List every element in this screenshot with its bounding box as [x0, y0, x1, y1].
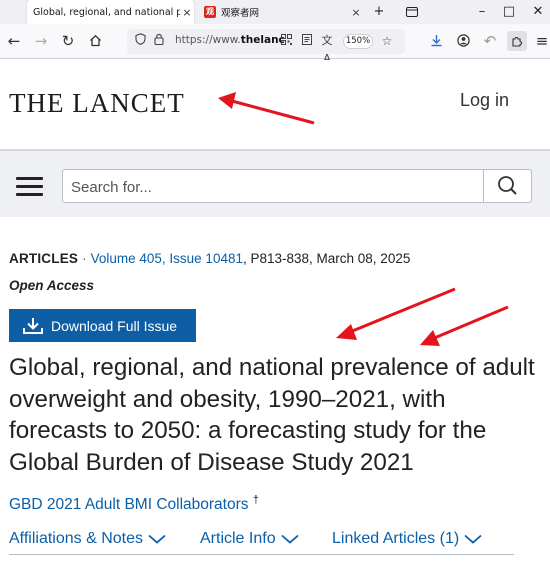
- search-button[interactable]: [483, 170, 531, 202]
- search-icon: [498, 176, 517, 195]
- close-window-icon[interactable]: ✕: [526, 2, 550, 22]
- authors-line: GBD 2021 Adult BMI Collaborators †: [9, 494, 259, 514]
- tab-affiliations-notes[interactable]: Affiliations & Notes: [9, 530, 166, 548]
- search-box: [62, 169, 532, 203]
- translate-icon[interactable]: 文A: [318, 32, 336, 65]
- article-title: Global, regional, and national prevalenc…: [9, 354, 535, 476]
- maximize-icon[interactable]: □: [497, 2, 521, 22]
- search-input[interactable]: [71, 177, 471, 197]
- article-type: ARTICLES: [9, 251, 79, 266]
- hamburger-menu-icon[interactable]: [16, 177, 43, 196]
- annotation-arrow-title-left: [336, 287, 456, 340]
- site-logo[interactable]: THE LANCET: [9, 88, 185, 119]
- browser-tab-active[interactable]: Global, regional, and national pre ×: [27, 0, 194, 24]
- reload-icon[interactable]: ↻: [58, 31, 78, 51]
- pages-date: , P813-838, March 08, 2025: [242, 251, 411, 266]
- chevron-down-icon: [281, 534, 299, 544]
- article-meta: ARTICLES · Volume 405, Issue 10481, P813-8…: [9, 251, 410, 266]
- browser-tab-inactive[interactable]: 观 观察者网 ×: [198, 0, 363, 24]
- authors-footnote-mark: †: [252, 494, 259, 506]
- tab-list-icon[interactable]: [400, 2, 424, 22]
- home-icon[interactable]: [85, 31, 105, 51]
- minimize-icon[interactable]: –: [470, 2, 494, 22]
- lock-icon[interactable]: [150, 32, 168, 50]
- login-link[interactable]: Log in: [460, 90, 509, 111]
- bookmark-star-icon[interactable]: ☆: [378, 32, 396, 50]
- volume-issue-link[interactable]: Volume 405, Issue 10481: [91, 251, 243, 266]
- reader-view-icon[interactable]: [298, 32, 316, 50]
- download-full-issue-button[interactable]: Download Full Issue: [9, 309, 196, 342]
- close-tab-icon[interactable]: ×: [349, 6, 363, 19]
- tab-article-info[interactable]: Article Info: [200, 530, 299, 548]
- chevron-down-icon: [464, 534, 482, 544]
- undo-icon[interactable]: ↶: [480, 31, 500, 51]
- open-access-label: Open Access: [9, 278, 95, 293]
- zoom-level-badge[interactable]: 150%: [343, 34, 373, 49]
- url-bar[interactable]: https://www.thelanc 文A 150% ☆: [127, 29, 405, 65]
- download-icon: [23, 317, 43, 334]
- extensions-icon[interactable]: [507, 31, 527, 51]
- chevron-down-icon: [148, 534, 166, 544]
- new-tab-icon[interactable]: +: [367, 2, 391, 22]
- forward-icon[interactable]: →: [31, 31, 51, 51]
- tab-linked-articles[interactable]: Linked Articles (1): [332, 530, 482, 548]
- download-button-label: Download Full Issue: [51, 317, 178, 334]
- meta-separator: ·: [82, 251, 87, 266]
- search-band: [0, 149, 550, 217]
- back-icon[interactable]: ←: [4, 31, 24, 51]
- tab-title: 观察者网: [221, 8, 260, 19]
- downloads-icon[interactable]: [426, 31, 446, 51]
- authors-link[interactable]: GBD 2021 Adult BMI Collaborators: [9, 496, 249, 513]
- menu-icon[interactable]: ≡: [532, 31, 550, 51]
- browser-nav-bar: ← → ↻ https://www.thelanc 文A 150% ☆ ↶ ≡: [0, 24, 550, 65]
- favicon-icon: 观: [204, 6, 216, 18]
- annotation-arrow-title-right: [420, 305, 509, 346]
- tab-title: Global, regional, and national pre: [33, 6, 180, 18]
- article-tabs: Affiliations & Notes Article Info Linked…: [9, 529, 514, 555]
- tab-label: Article Info: [200, 530, 276, 547]
- tracking-shield-icon[interactable]: [131, 32, 149, 50]
- account-icon[interactable]: [453, 31, 473, 51]
- browser-tab-bar: Global, regional, and national pre × 观 观…: [0, 0, 550, 24]
- tab-label: Affiliations & Notes: [9, 530, 143, 547]
- qr-code-icon[interactable]: [277, 32, 295, 50]
- tab-label: Linked Articles (1): [332, 530, 460, 547]
- close-tab-icon[interactable]: ×: [180, 6, 194, 19]
